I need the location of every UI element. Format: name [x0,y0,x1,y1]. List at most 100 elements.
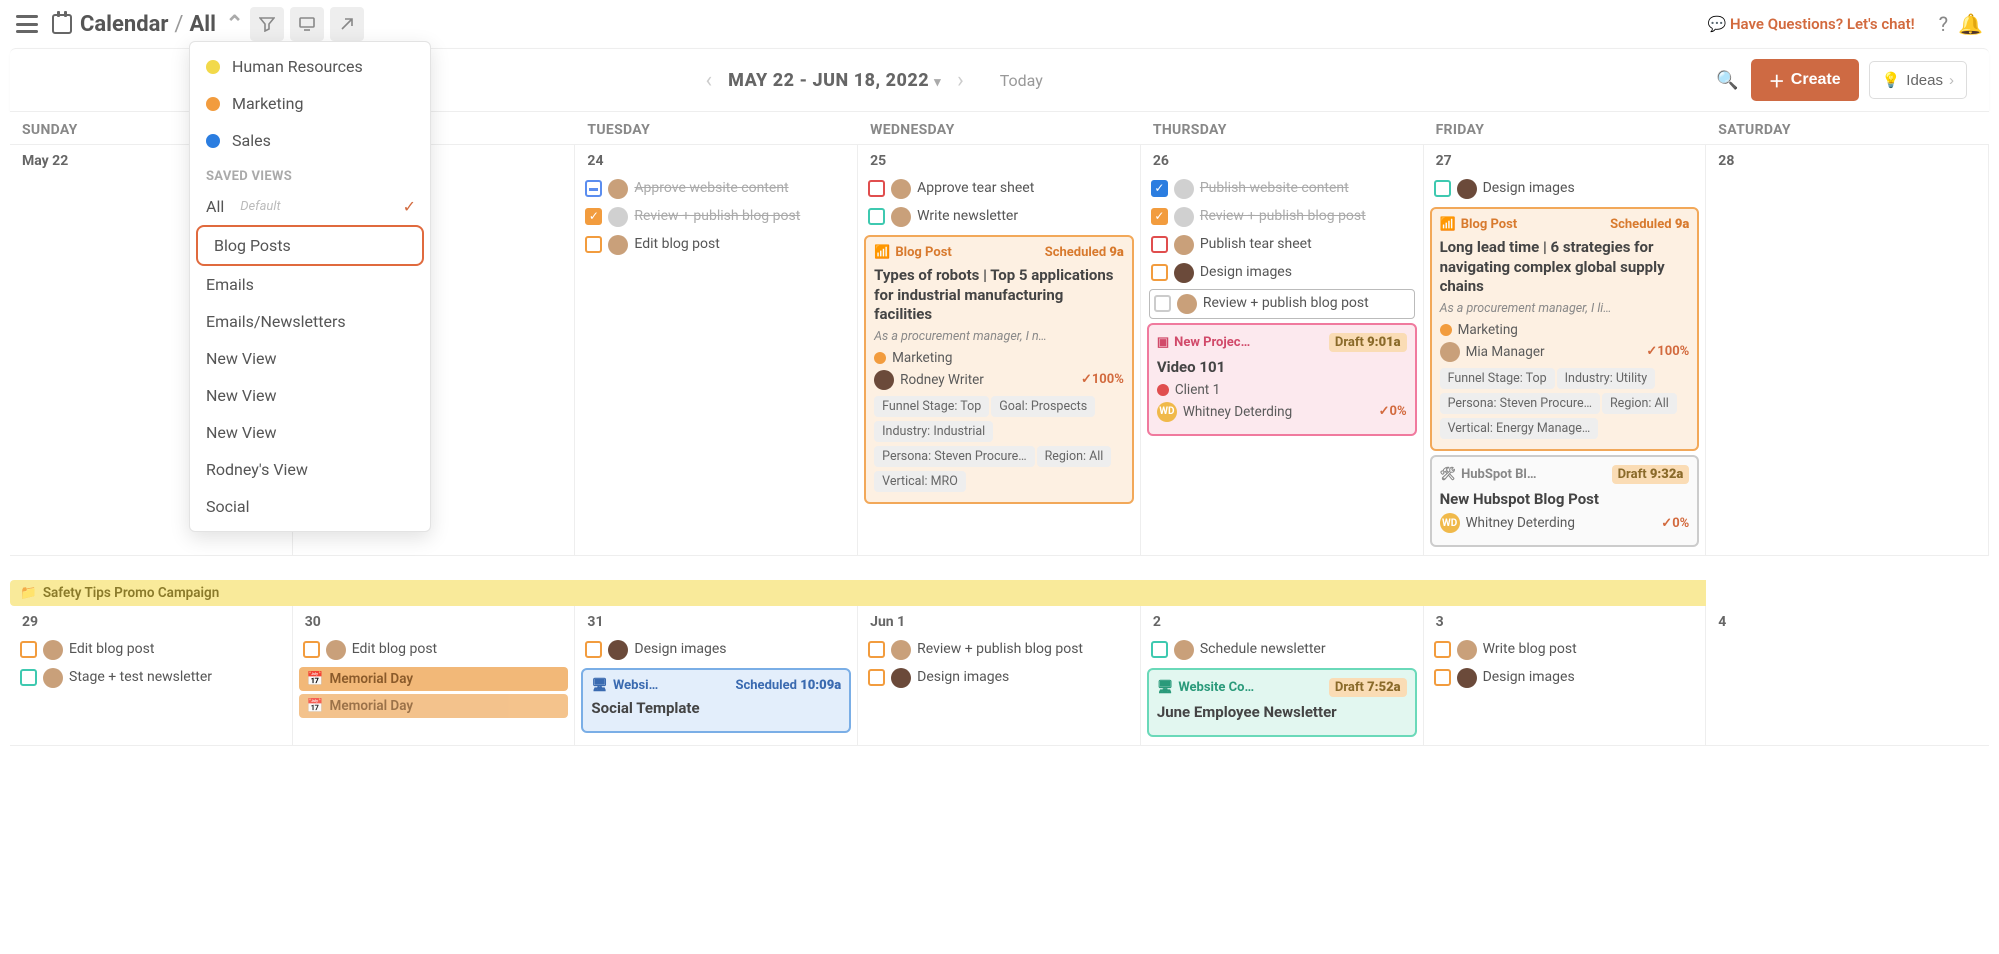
task[interactable]: Approve website content [579,175,853,203]
checkbox-icon[interactable] [1151,264,1168,281]
next-range-button[interactable]: › [957,68,964,93]
checkbox-icon[interactable] [303,641,320,658]
checkbox-icon[interactable] [1434,669,1451,686]
task[interactable]: Schedule newsletter [1145,636,1419,664]
checkbox-icon[interactable] [20,669,37,686]
share-button[interactable] [330,7,364,41]
card-website-content[interactable]: 🖥 Website Co…Draft 7:52a June Employee N… [1147,668,1417,737]
avatar-icon [1440,342,1460,362]
prev-range-button[interactable]: ‹ [706,68,713,93]
breadcrumb-view[interactable]: All [190,12,216,37]
date-range[interactable]: MAY 22 - JUN 18, 2022 ▾ [728,70,941,91]
card-blog-post[interactable]: 📶Blog PostScheduled 9a Types of robots |… [864,235,1134,504]
checkbox-icon[interactable] [868,208,885,225]
checkbox-icon[interactable] [868,669,885,686]
avatar-icon [891,207,911,227]
task[interactable]: Review + publish blog post [862,636,1136,664]
checkbox-icon[interactable] [585,641,602,658]
task[interactable]: Edit blog post [297,636,571,664]
task[interactable]: Approve tear sheet [862,175,1136,203]
day-29[interactable]: 29 Edit blog post Stage + test newslette… [10,606,293,746]
avatar-icon [1457,179,1477,199]
ideas-button[interactable]: 💡 Ideas › [1869,61,1967,99]
holiday-pill[interactable]: 📅 Memorial Day [299,667,569,691]
task[interactable]: Design images [1145,259,1419,287]
day-3[interactable]: 3 Write blog post Design images [1424,606,1707,746]
task-active[interactable]: Review + publish blog post [1149,289,1415,319]
task[interactable]: Design images [1428,175,1702,203]
checkbox-icon[interactable] [1154,295,1171,312]
day-24[interactable]: 24 Approve website content ✓Review + pub… [575,145,858,556]
dropdown-team-sales[interactable]: Sales [190,122,430,159]
view-emails[interactable]: Emails [190,266,430,303]
card-hubspot[interactable]: 🛠 HubSpot Bl…Draft 9:32a New Hubspot Blo… [1430,455,1700,548]
view-new1[interactable]: New View [190,340,430,377]
checkbox-icon[interactable] [585,236,602,253]
chat-link[interactable]: 💬 Have Questions? Let's chat! [1708,15,1915,33]
avatar-icon [608,640,628,660]
checkbox-icon[interactable] [1434,180,1451,197]
day-26[interactable]: 26 ✓Publish website content ✓Review + pu… [1141,145,1424,556]
task[interactable]: Design images [1428,664,1702,692]
day-2[interactable]: 2 Schedule newsletter 🖥 Website Co…Draft… [1141,606,1424,746]
view-social[interactable]: Social [190,488,430,525]
day-28[interactable]: 28 [1706,145,1989,556]
avatar-icon [43,668,63,688]
checkbox-icon[interactable] [20,641,37,658]
task[interactable]: ✓Publish website content [1145,175,1419,203]
today-button[interactable]: Today [1000,71,1043,90]
view-all[interactable]: All Default✓ [190,188,430,225]
checkbox-icon[interactable] [868,641,885,658]
dayhead-sat: SATURDAY [1706,112,1989,145]
day-4[interactable]: 4 [1706,606,1989,746]
dropdown-team-hr[interactable]: Human Resources [190,48,430,85]
checkbox-icon[interactable] [1151,236,1168,253]
task[interactable]: Design images [579,636,853,664]
card-website[interactable]: 🖥 Websi…Scheduled 10:09a Social Template [581,668,851,733]
notifications-icon[interactable]: 🔔 [1958,12,1983,36]
avatar-icon [1457,668,1477,688]
task[interactable]: ✓Review + publish blog post [1145,203,1419,231]
task[interactable]: Edit blog post [579,231,853,259]
search-icon[interactable]: 🔍 [1716,70,1738,91]
checkbox-icon[interactable] [868,180,885,197]
campaign-banner[interactable]: 📁 Safety Tips Promo Campaign [10,580,1706,606]
breadcrumb-app[interactable]: Calendar [80,12,168,37]
checkbox-checked-icon[interactable]: ✓ [1151,208,1168,225]
day-jun1[interactable]: Jun 1 Review + publish blog post Design … [858,606,1141,746]
view-new2[interactable]: New View [190,377,430,414]
day-27[interactable]: 27 Design images 📶 Blog PostScheduled 9a… [1424,145,1707,556]
create-button[interactable]: ＋ Create [1751,59,1859,101]
day-31[interactable]: 31 Design images 🖥 Websi…Scheduled 10:09… [575,606,858,746]
avatar-icon [891,668,911,688]
task[interactable]: ✓Review + publish blog post [579,203,853,231]
avatar-icon [1177,294,1197,314]
dropdown-team-marketing[interactable]: Marketing [190,85,430,122]
checkbox-icon[interactable] [1151,641,1168,658]
task[interactable]: Write newsletter [862,203,1136,231]
menu-icon[interactable] [16,15,38,33]
holiday-pill[interactable]: 📅 Memorial Day [299,694,569,718]
task[interactable]: Design images [862,664,1136,692]
task[interactable]: Edit blog post [14,636,288,664]
view-new3[interactable]: New View [190,414,430,451]
breadcrumb-chevron-icon[interactable]: ⌃ [225,12,243,37]
day-25[interactable]: 25 Approve tear sheet Write newsletter 📶… [858,145,1141,556]
view-rodney[interactable]: Rodney's View [190,451,430,488]
task[interactable]: Stage + test newsletter [14,664,288,692]
task[interactable]: Write blog post [1428,636,1702,664]
display-button[interactable] [290,7,324,41]
checkbox-checked-icon[interactable]: ✓ [585,208,602,225]
help-icon[interactable]: ? [1939,12,1948,36]
task[interactable]: Publish tear sheet [1145,231,1419,259]
view-blog-posts[interactable]: Blog Posts [196,225,424,266]
card-video[interactable]: ▣ New Projec…Draft 9:01a Video 101 Clien… [1147,323,1417,436]
day-30[interactable]: 30 Edit blog post 📅 Memorial Day 📅 Memor… [293,606,576,746]
filter-button[interactable] [250,7,284,41]
card-blog-post[interactable]: 📶 Blog PostScheduled 9a Long lead time |… [1430,207,1700,451]
view-emails-newsletters[interactable]: Emails/Newsletters [190,303,430,340]
checkbox-icon[interactable] [1434,641,1451,658]
checkbox-partial-icon[interactable] [585,180,602,197]
avatar-icon [874,370,894,390]
checkbox-checked-icon[interactable]: ✓ [1151,180,1168,197]
